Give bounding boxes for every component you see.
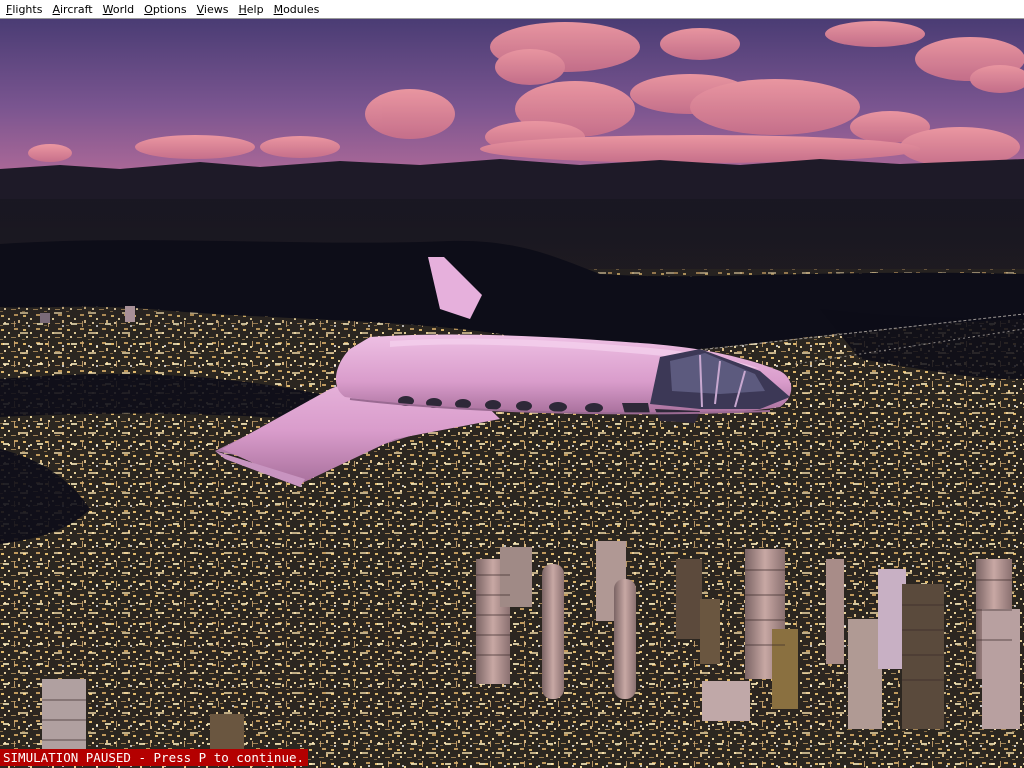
menu-views[interactable]: Views [192, 1, 234, 18]
scene-render [0, 19, 1024, 768]
menu-bar: Flights Aircraft World Options Views Hel… [0, 0, 1024, 19]
3d-viewport[interactable]: SIMULATION PAUSED - Press P to continue. [0, 19, 1024, 768]
status-banner: SIMULATION PAUSED - Press P to continue. [0, 749, 309, 766]
menu-help[interactable]: Help [233, 1, 268, 18]
menu-aircraft[interactable]: Aircraft [47, 1, 97, 18]
flight-simulator-window: Flights Aircraft World Options Views Hel… [0, 0, 1024, 768]
menu-flights[interactable]: Flights [1, 1, 47, 18]
menu-world[interactable]: World [98, 1, 140, 18]
menu-modules[interactable]: Modules [269, 1, 325, 18]
menu-options[interactable]: Options [139, 1, 191, 18]
